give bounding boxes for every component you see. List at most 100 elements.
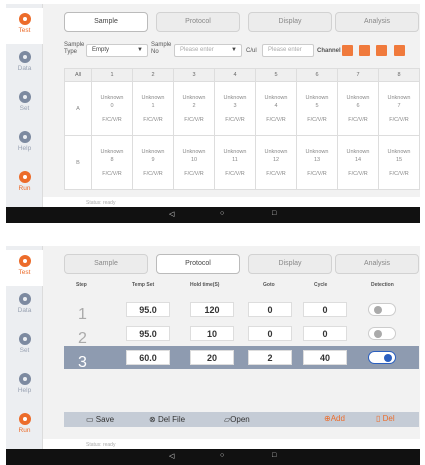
delete-step-button[interactable]: ▯ Del bbox=[376, 414, 395, 423]
well-cell[interactable]: Unknown 11 F/C/V/R bbox=[214, 135, 256, 190]
test-icon bbox=[18, 13, 31, 25]
recent-apps-icon[interactable]: □ bbox=[272, 452, 276, 459]
hold-field[interactable]: 20 bbox=[190, 350, 234, 365]
back-icon[interactable]: ◁ bbox=[169, 452, 174, 460]
grid-header-all[interactable]: All bbox=[64, 68, 92, 82]
grid-header-col[interactable]: 8 bbox=[378, 68, 420, 82]
tab-display[interactable]: Display bbox=[248, 254, 332, 274]
channel-button-4[interactable] bbox=[394, 45, 405, 56]
home-icon[interactable]: ○ bbox=[220, 452, 224, 459]
nav-help[interactable]: Help bbox=[6, 126, 43, 162]
add-step-button[interactable]: ⊕Add bbox=[324, 414, 345, 423]
col-header-cycle: Cycle bbox=[314, 282, 328, 288]
cycle-field[interactable]: 40 bbox=[303, 350, 347, 365]
detection-toggle[interactable] bbox=[368, 303, 396, 316]
open-button[interactable]: ▱Open bbox=[224, 415, 250, 424]
tab-sample[interactable]: Sample bbox=[64, 12, 148, 32]
well-cell[interactable]: Unknown 13 F/C/V/R bbox=[296, 135, 338, 190]
home-icon[interactable]: ○ bbox=[220, 210, 224, 217]
tab-analysis[interactable]: Analysis bbox=[335, 254, 419, 274]
grid-header-col[interactable]: 6 bbox=[296, 68, 338, 82]
ct-label: C/ul bbox=[246, 48, 257, 54]
nav-test[interactable]: Test bbox=[6, 8, 43, 44]
nav-set[interactable]: Set bbox=[6, 328, 43, 364]
channel-button-3[interactable] bbox=[376, 45, 387, 56]
nav-run[interactable]: Run bbox=[6, 408, 43, 444]
temp-field[interactable]: 95.0 bbox=[126, 302, 170, 317]
cycle-field[interactable]: 0 bbox=[303, 302, 347, 317]
recent-apps-icon[interactable]: □ bbox=[272, 210, 276, 217]
grid-header-col[interactable]: 7 bbox=[337, 68, 379, 82]
grid-header-col[interactable]: 2 bbox=[132, 68, 174, 82]
well-cell[interactable]: Unknown 12 F/C/V/R bbox=[255, 135, 297, 190]
tab-bar: Sample Protocol Display Analysis bbox=[64, 12, 419, 32]
settings-icon bbox=[18, 91, 31, 103]
ct-input[interactable]: Please enter bbox=[262, 44, 314, 57]
detection-toggle[interactable] bbox=[368, 327, 396, 340]
channel-button-2[interactable] bbox=[359, 45, 370, 56]
sample-type-select[interactable]: Empty ▼ bbox=[86, 44, 148, 57]
save-button[interactable]: ▭ Save bbox=[86, 415, 114, 424]
col-header-step: Step bbox=[76, 282, 87, 288]
channel-button-1[interactable] bbox=[342, 45, 353, 56]
well-cell[interactable]: Unknown 10 F/C/V/R bbox=[173, 135, 215, 190]
hold-field[interactable]: 10 bbox=[190, 326, 234, 341]
tab-display[interactable]: Display bbox=[248, 12, 332, 32]
nav-set[interactable]: Set bbox=[6, 86, 43, 122]
channel-label: Channel bbox=[317, 48, 341, 54]
detection-toggle[interactable] bbox=[368, 351, 396, 364]
tab-protocol[interactable]: Protocol bbox=[156, 12, 240, 32]
sample-no-input[interactable]: Please enter ▼ bbox=[174, 44, 242, 57]
tab-protocol[interactable]: Protocol bbox=[156, 254, 240, 274]
hold-field[interactable]: 120 bbox=[190, 302, 234, 317]
cycle-field[interactable]: 0 bbox=[303, 326, 347, 341]
well-cell[interactable]: Unknown 2 F/C/V/R bbox=[173, 81, 215, 136]
grid-header-col[interactable]: 5 bbox=[255, 68, 297, 82]
nav-help[interactable]: Help bbox=[6, 368, 43, 404]
nav-data[interactable]: Data bbox=[6, 288, 43, 324]
row-label-b[interactable]: B bbox=[64, 135, 92, 190]
sample-no-label: Sample No bbox=[151, 42, 172, 55]
protocol-screen: Test Data Set Help Run Sample Protocol D… bbox=[6, 246, 420, 465]
temp-field[interactable]: 60.0 bbox=[126, 350, 170, 365]
tab-analysis[interactable]: Analysis bbox=[335, 12, 419, 32]
system-nav-bar: ◁ ○ □ bbox=[6, 449, 420, 465]
well-cell[interactable]: Unknown 15 F/C/V/R bbox=[378, 135, 420, 190]
data-icon bbox=[18, 51, 31, 63]
well-cell[interactable]: Unknown 7 F/C/V/R bbox=[378, 81, 420, 136]
run-icon bbox=[18, 171, 31, 183]
run-icon bbox=[18, 413, 31, 425]
well-grid: All 1 2 3 4 5 6 7 8 A Unknown 0 F/C/V/R Un… bbox=[64, 68, 420, 190]
nav-test[interactable]: Test bbox=[6, 250, 43, 286]
grid-header-col[interactable]: 1 bbox=[91, 68, 133, 82]
well-cell[interactable]: Unknown 5 F/C/V/R bbox=[296, 81, 338, 136]
goto-field[interactable]: 2 bbox=[248, 350, 292, 365]
protocol-row-selected[interactable]: 3 60.0 20 2 40 bbox=[64, 346, 419, 371]
nav-data[interactable]: Data bbox=[6, 46, 43, 82]
tab-bar: Sample Protocol Display Analysis bbox=[64, 254, 419, 274]
temp-field[interactable]: 95.0 bbox=[126, 326, 170, 341]
well-cell[interactable]: Unknown 4 F/C/V/R bbox=[255, 81, 297, 136]
well-cell[interactable]: Unknown 14 F/C/V/R bbox=[337, 135, 379, 190]
help-icon bbox=[18, 373, 31, 385]
well-cell[interactable]: Unknown 8 F/C/V/R bbox=[91, 135, 133, 190]
data-icon bbox=[18, 293, 31, 305]
help-icon bbox=[18, 131, 31, 143]
grid-header-col[interactable]: 3 bbox=[173, 68, 215, 82]
well-cell[interactable]: Unknown 3 F/C/V/R bbox=[214, 81, 256, 136]
protocol-row[interactable]: 1 95.0 120 0 0 bbox=[64, 298, 419, 323]
protocol-row[interactable]: 2 95.0 10 0 0 bbox=[64, 322, 419, 347]
nav-run[interactable]: Run bbox=[6, 166, 43, 202]
well-cell[interactable]: Unknown 9 F/C/V/R bbox=[132, 135, 174, 190]
del-file-button[interactable]: ⊗ Del File bbox=[149, 415, 185, 424]
row-label-a[interactable]: A bbox=[64, 81, 92, 136]
well-cell[interactable]: Unknown 0 F/C/V/R bbox=[91, 81, 133, 136]
settings-icon bbox=[18, 333, 31, 345]
tab-sample[interactable]: Sample bbox=[64, 254, 148, 274]
well-cell[interactable]: Unknown 1 F/C/V/R bbox=[132, 81, 174, 136]
grid-header-col[interactable]: 4 bbox=[214, 68, 256, 82]
goto-field[interactable]: 0 bbox=[248, 326, 292, 341]
goto-field[interactable]: 0 bbox=[248, 302, 292, 317]
back-icon[interactable]: ◁ bbox=[169, 210, 174, 218]
well-cell[interactable]: Unknown 6 F/C/V/R bbox=[337, 81, 379, 136]
